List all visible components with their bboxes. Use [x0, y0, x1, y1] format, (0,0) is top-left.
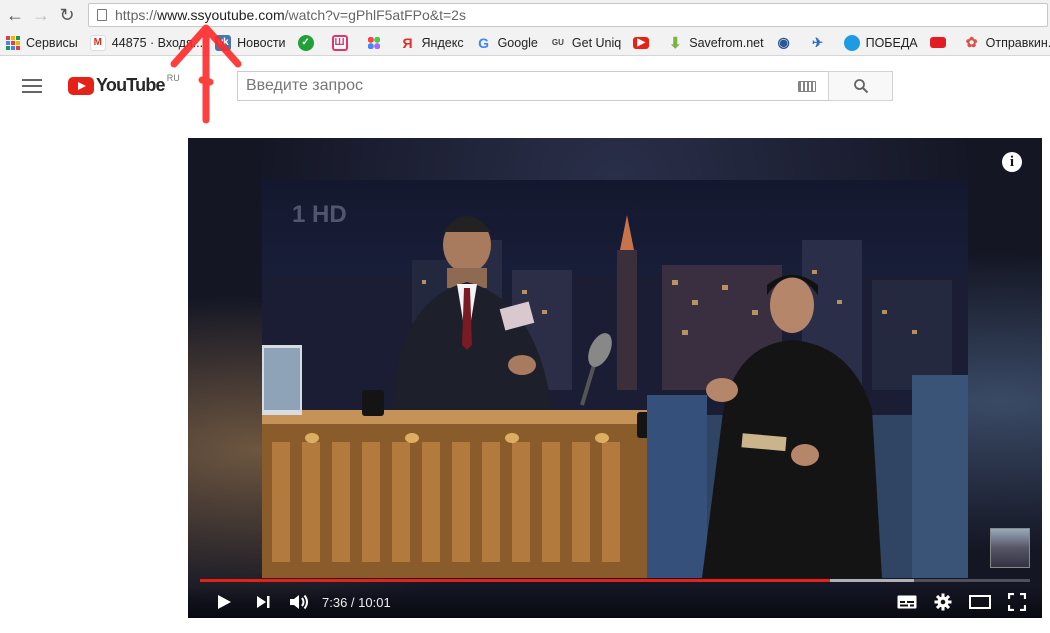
- play-icon: [218, 595, 231, 609]
- bookmark-pobeda[interactable]: ПОБЕДА: [843, 34, 918, 51]
- gear-icon: [934, 593, 952, 611]
- eye-icon: ◉: [777, 34, 790, 50]
- theater-icon: [969, 595, 991, 609]
- bookmark-label: ПОБЕДА: [865, 35, 918, 50]
- player-controls: 7:36 / 10:01: [188, 586, 1042, 618]
- next-button[interactable]: [252, 590, 274, 614]
- bookmark-google[interactable]: G Google: [476, 35, 538, 51]
- search-icon: [853, 79, 868, 94]
- download-arrow-icon: ⬇: [668, 34, 682, 52]
- region-code: RU: [166, 72, 180, 83]
- bookmark-gmail[interactable]: M 44875 · Входя...: [89, 34, 204, 51]
- reload-icon[interactable]: ↻: [56, 4, 78, 26]
- address-bar[interactable]: https://www.ssyoutube.com/watch?v=gPhlF5…: [88, 3, 1048, 27]
- url-text: https://www.ssyoutube.com/watch?v=gPhlF5…: [115, 7, 466, 23]
- bookmark-getuniq[interactable]: GU Get Uniq: [550, 35, 621, 51]
- yandex-icon: Я: [402, 34, 413, 51]
- red-badge-icon: [929, 37, 946, 48]
- bookmark-pink-logo[interactable]: Ш: [331, 34, 354, 51]
- video-player[interactable]: 1 HD i 7:36 / 10:01: [188, 138, 1042, 618]
- search-button[interactable]: [828, 71, 893, 101]
- bookmark-eye[interactable]: ◉: [776, 34, 798, 51]
- search-box: [237, 71, 829, 101]
- bookmark-label: Яндекс: [421, 35, 464, 50]
- bookmark-otpravkin[interactable]: ✿ Отправкин.ру: [964, 34, 1050, 51]
- bookmark-services[interactable]: Сервисы: [6, 35, 78, 50]
- played-bar: [200, 579, 830, 582]
- url-path: /watch?v=gPhlF5atFPo&t=2s: [284, 7, 466, 23]
- progress-bar[interactable]: [200, 579, 1030, 582]
- time-display: 7:36 / 10:01: [322, 594, 391, 610]
- play-button[interactable]: [212, 590, 236, 614]
- next-icon: [257, 596, 270, 608]
- player-right-controls: [896, 590, 1028, 614]
- video-frame[interactable]: 1 HD: [262, 180, 968, 578]
- guide-menu-icon[interactable]: [22, 79, 42, 93]
- bookmark-label: Google: [497, 35, 538, 50]
- otpravkin-icon: ✿: [965, 34, 978, 50]
- bookmark-label: 44875 · Входя...: [111, 35, 204, 50]
- bookmark-bird[interactable]: ✈: [810, 35, 832, 51]
- pobeda-icon: [843, 34, 860, 51]
- youtube-wordmark: YouTube: [96, 75, 166, 95]
- colored-dots-icon: [365, 34, 382, 51]
- gmail-icon: M: [89, 34, 106, 51]
- search-input[interactable]: [246, 77, 786, 95]
- pink-logo-icon: Ш: [331, 34, 348, 51]
- bookmark-red-badge[interactable]: [929, 37, 952, 48]
- mute-button[interactable]: [288, 590, 312, 614]
- keyboard-icon[interactable]: [798, 81, 816, 92]
- vk-icon: vk: [215, 34, 232, 51]
- page-icon: [97, 9, 107, 21]
- bookmark-label: Сервисы: [26, 35, 78, 50]
- youtube-icon: ▶: [633, 36, 650, 49]
- bookmark-label: Новости: [237, 35, 286, 50]
- subtitles-button[interactable]: [896, 590, 918, 614]
- theater-mode-button[interactable]: [968, 590, 992, 614]
- youtube-logo[interactable]: YouTube RU: [68, 72, 180, 96]
- bookmark-label: Get Uniq: [571, 35, 622, 50]
- bookmarks-bar: Сервисы M 44875 · Входя... vk Новости ✓ …: [0, 30, 1050, 56]
- bookmark-vk-news[interactable]: vk Новости: [215, 34, 286, 51]
- fullscreen-button[interactable]: [1006, 590, 1028, 614]
- fullscreen-icon: [1008, 593, 1026, 611]
- sber-icon: ✓: [297, 34, 314, 51]
- url-host: www.ssyoutube.com: [157, 7, 285, 23]
- talk-show-scene-image: 1 HD: [262, 201, 968, 578]
- youtube-masthead: YouTube RU: [0, 57, 1050, 115]
- bookmark-label: Отправкин.ру: [985, 35, 1050, 50]
- url-scheme: https://: [115, 7, 158, 23]
- subtitles-icon: [897, 595, 917, 609]
- browser-toolbar: ← → ↻ https://www.ssyoutube.com/watch?v=…: [0, 0, 1050, 30]
- bookmark-savefrom[interactable]: ⬇ Savefrom.net: [667, 34, 764, 52]
- google-icon: G: [478, 34, 490, 51]
- bookmark-sber[interactable]: ✓: [297, 34, 320, 51]
- apps-icon: [6, 35, 20, 50]
- bookmark-label: Savefrom.net: [689, 35, 764, 50]
- bookmark-youtube[interactable]: ▶: [633, 36, 655, 49]
- bookmark-yandex[interactable]: Я Яндекс: [400, 35, 464, 51]
- getuniq-icon: GU: [551, 38, 564, 47]
- bird-icon: ✈: [812, 34, 824, 50]
- info-icon[interactable]: i: [1002, 152, 1022, 172]
- settings-button[interactable]: [932, 590, 954, 614]
- youtube-play-logo-icon: [68, 76, 94, 95]
- channel-avatar[interactable]: [990, 528, 1030, 568]
- volume-icon: [290, 594, 308, 610]
- svg-text:1 HD: 1 HD: [292, 201, 347, 228]
- bookmark-colored-dots[interactable]: [365, 34, 388, 51]
- back-arrow-icon[interactable]: ←: [4, 4, 26, 26]
- forward-arrow-icon[interactable]: →: [30, 4, 52, 26]
